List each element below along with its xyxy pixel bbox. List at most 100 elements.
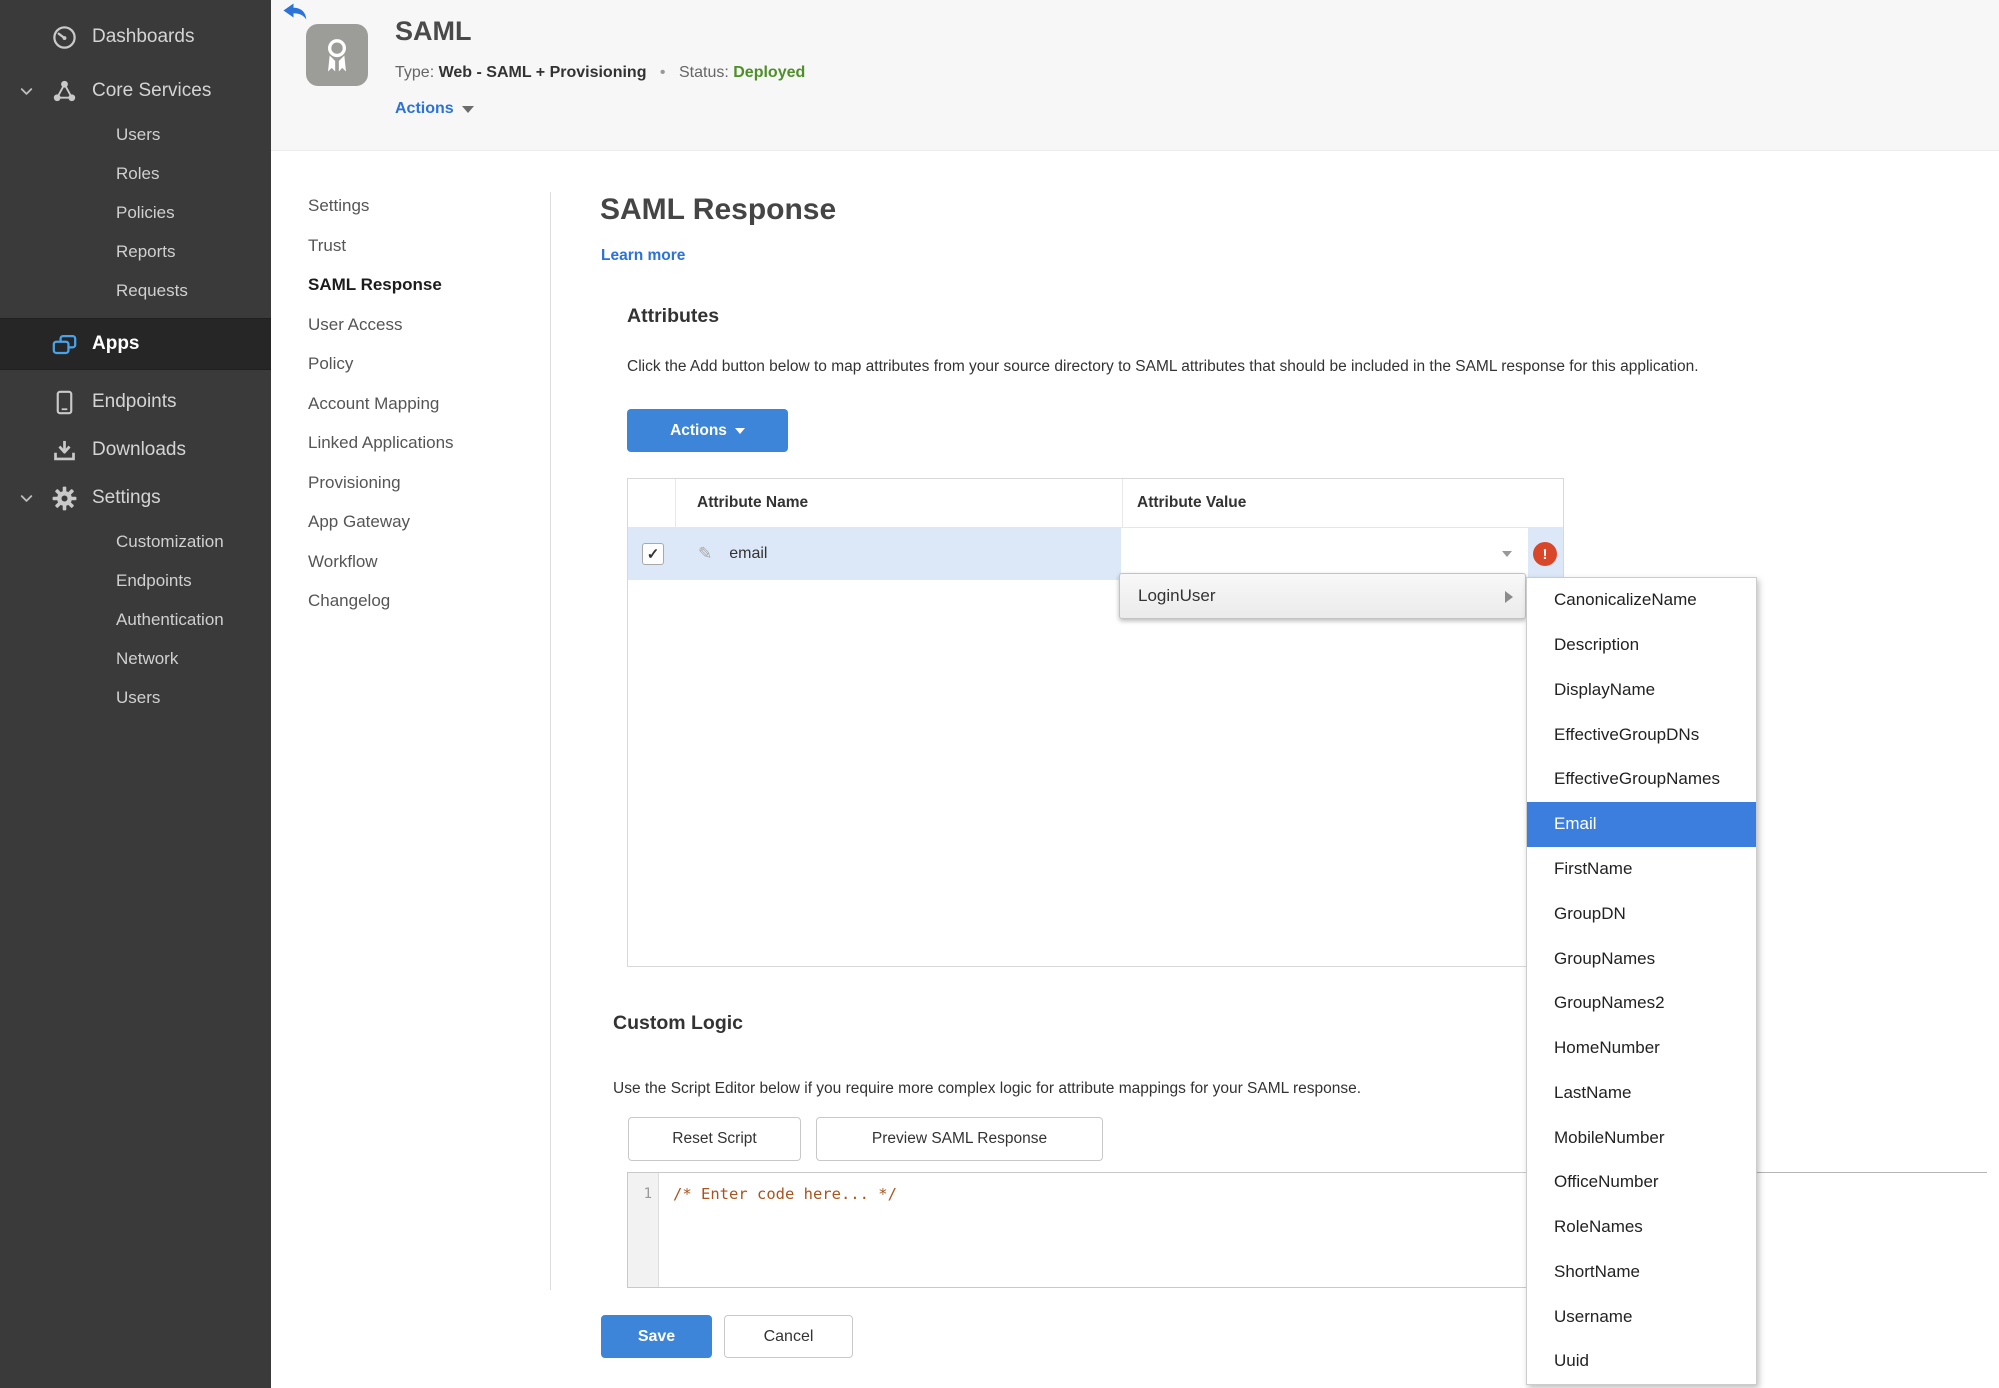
submenu-item[interactable]: HomeNumber <box>1527 1026 1756 1071</box>
sidebar-item-label: Endpoints <box>92 391 177 412</box>
sidebar-item[interactable]: Network <box>0 639 271 678</box>
submenu-item[interactable]: RoleNames <box>1527 1205 1756 1250</box>
sidebar-item[interactable]: Customization <box>0 522 271 561</box>
attributes-actions-button[interactable]: Actions <box>627 409 788 452</box>
sidebar-item[interactable]: Endpoints <box>0 561 271 600</box>
sidebar-item-label: Requests <box>116 280 188 300</box>
caret-down-icon <box>461 105 474 113</box>
submenu-item[interactable]: Email <box>1527 801 1756 847</box>
attribute-name-cell: email <box>729 545 768 562</box>
sidebar-item[interactable]: Reports <box>0 232 271 271</box>
subnav-item[interactable]: Workflow <box>308 542 533 582</box>
submenu-item[interactable]: OfficeNumber <box>1527 1160 1756 1205</box>
sidebar-item[interactable]: Requests <box>0 271 271 310</box>
submenu-item[interactable]: Username <box>1527 1294 1756 1339</box>
subnav-item[interactable]: Account Mapping <box>308 384 533 424</box>
sidebar-item-icon <box>40 78 88 105</box>
status-badge: Deployed <box>733 64 806 81</box>
app-subnav: Settings Trust SAML Response User Access… <box>308 186 533 621</box>
cancel-button[interactable]: Cancel <box>724 1315 853 1358</box>
submenu-item[interactable]: FirstName <box>1527 847 1756 892</box>
back-arrow-icon[interactable] <box>283 3 307 21</box>
subnav-item[interactable]: SAML Response <box>308 265 533 305</box>
attributes-description: Click the Add button below to map attrib… <box>627 358 1699 375</box>
page-title: SAML <box>395 16 472 46</box>
sidebar-item-label: Roles <box>116 163 160 183</box>
learn-more-link[interactable]: Learn more <box>601 247 685 265</box>
editor-line-gutter: 1 <box>628 1173 659 1287</box>
sidebar-item[interactable]: Downloads <box>0 426 271 474</box>
app-meta: Type: Web - SAML + Provisioning • Status… <box>395 64 805 82</box>
sidebar-item-icon <box>40 485 88 512</box>
sidebar-item[interactable]: Settings <box>0 474 271 522</box>
submenu-item[interactable]: GroupNames2 <box>1527 981 1756 1026</box>
edit-pencil-icon: ✎ <box>698 544 713 563</box>
value-menu-parent-item[interactable]: LoginUser <box>1119 573 1526 619</box>
header-actions-menu[interactable]: Actions <box>395 100 474 118</box>
script-editor[interactable]: 1 /* Enter code here... */ <box>627 1172 1530 1288</box>
preview-saml-response-button[interactable]: Preview SAML Response <box>816 1117 1103 1161</box>
sidebar-item[interactable]: Endpoints <box>0 378 271 426</box>
sidebar-item-label: Authentication <box>116 609 224 629</box>
submenu-item[interactable]: DisplayName <box>1527 668 1756 713</box>
submenu-item[interactable]: CanonicalizeName <box>1527 578 1756 623</box>
header-actions-label: Actions <box>395 100 454 117</box>
sidebar-item-label: Network <box>116 648 179 668</box>
save-button[interactable]: Save <box>601 1315 712 1358</box>
sidebar-item[interactable]: Authentication <box>0 600 271 639</box>
sidebar-item[interactable]: Roles <box>0 154 271 193</box>
subnav-item[interactable]: Trust <box>308 226 533 266</box>
submenu-item[interactable]: GroupNames <box>1527 936 1756 981</box>
table-header: Attribute Name Attribute Value <box>628 479 1563 528</box>
caret-right-icon <box>1505 591 1513 603</box>
sidebar-item[interactable]: Core Services <box>0 67 271 115</box>
editor-code-line[interactable]: /* Enter code here... */ <box>659 1173 897 1287</box>
sidebar-item-label: Customization <box>116 531 224 551</box>
submenu-item[interactable]: GroupDN <box>1527 891 1756 936</box>
reset-script-button[interactable]: Reset Script <box>628 1117 801 1161</box>
custom-logic-description: Use the Script Editor below if you requi… <box>613 1080 1362 1097</box>
checkbox-checked-icon: ✓ <box>646 546 660 563</box>
app-medal-icon <box>306 24 368 86</box>
submenu-item[interactable]: EffectiveGroupDNs <box>1527 712 1756 757</box>
chevron-down-icon <box>12 489 40 508</box>
sidebar-item-label: Downloads <box>92 439 186 460</box>
submenu-item[interactable]: Uuid <box>1527 1339 1756 1384</box>
subnav-item[interactable]: Changelog <box>308 581 533 621</box>
status-label: Status: <box>678 64 729 81</box>
app-header: SAML Type: Web - SAML + Provisioning • S… <box>271 0 1999 151</box>
sidebar-item[interactable]: Users <box>0 115 271 154</box>
caret-down-icon <box>1502 551 1512 557</box>
submenu-item[interactable]: EffectiveGroupNames <box>1527 757 1756 802</box>
chevron-down-icon <box>12 82 40 101</box>
sidebar-item-label: Apps <box>92 333 140 354</box>
subnav-item[interactable]: Linked Applications <box>308 423 533 463</box>
subnav-item[interactable]: App Gateway <box>308 502 533 542</box>
type-value: Web - SAML + Provisioning <box>438 64 647 81</box>
subnav-item[interactable]: Policy <box>308 344 533 384</box>
section-title: SAML Response <box>600 193 837 226</box>
error-bang: ! <box>1542 545 1548 563</box>
sidebar-item-label: Reports <box>116 241 176 261</box>
subnav-item[interactable]: Provisioning <box>308 463 533 503</box>
row-checkbox[interactable]: ✓ <box>642 543 664 565</box>
sidebar-item[interactable]: Policies <box>0 193 271 232</box>
submenu-item[interactable]: MobileNumber <box>1527 1115 1756 1160</box>
sidebar: Dashboards Core Services Users Roles Pol… <box>0 0 271 1388</box>
subnav-item[interactable]: User Access <box>308 305 533 345</box>
submenu-item[interactable]: LastName <box>1527 1070 1756 1115</box>
submenu-item[interactable]: ShortName <box>1527 1249 1756 1294</box>
attributes-heading: Attributes <box>627 305 720 327</box>
submenu-item[interactable]: Description <box>1527 623 1756 668</box>
sidebar-item-icon <box>40 331 88 358</box>
error-icon: ! <box>1533 542 1557 566</box>
column-header-attribute-value: Attribute Value <box>1137 494 1247 511</box>
type-label: Type: <box>395 64 435 81</box>
sidebar-item[interactable]: Dashboards <box>0 13 271 61</box>
subnav-item[interactable]: Settings <box>308 186 533 226</box>
sidebar-item-label: Dashboards <box>92 26 195 47</box>
sidebar-item[interactable]: Apps <box>0 318 271 370</box>
sidebar-item-label: Endpoints <box>116 570 192 590</box>
caret-down-icon <box>734 427 745 434</box>
sidebar-item[interactable]: Users <box>0 678 271 717</box>
